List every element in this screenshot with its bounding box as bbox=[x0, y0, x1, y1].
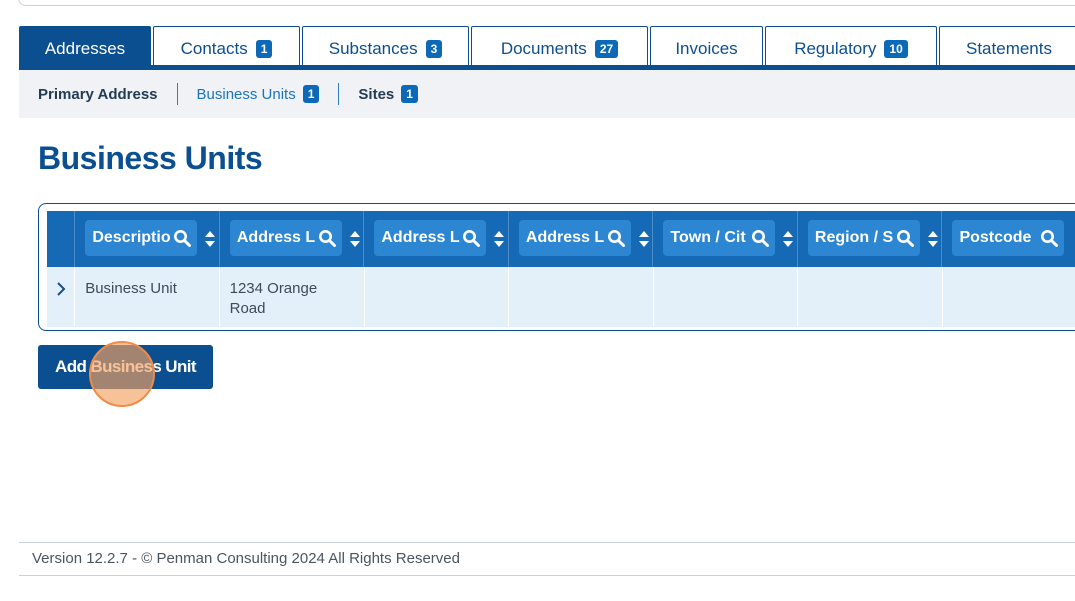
table-cell bbox=[654, 267, 799, 327]
sort-icon[interactable] bbox=[927, 229, 938, 249]
count-badge: 1 bbox=[255, 39, 273, 58]
sort-icon[interactable] bbox=[205, 229, 216, 249]
tab-label: Substances bbox=[328, 38, 418, 58]
chevron-right-icon bbox=[57, 282, 66, 296]
subnav-primary-address[interactable]: Primary Address bbox=[38, 86, 158, 103]
footer-version: Version 12.2.7 - © Penman Consulting 202… bbox=[32, 550, 460, 567]
sort-icon[interactable] bbox=[494, 229, 505, 249]
tab-invoices[interactable]: Invoices bbox=[650, 26, 763, 70]
column-header-address-3: Address L bbox=[509, 211, 654, 267]
tab-label: Documents bbox=[500, 38, 587, 58]
column-header-postcode: Postcode bbox=[942, 211, 1075, 267]
search-icon bbox=[174, 230, 192, 247]
tab-contacts[interactable]: Contacts 1 bbox=[153, 26, 300, 70]
column-header-address-1: Address L bbox=[220, 211, 365, 267]
table-cell: 1234 Orange Road bbox=[220, 267, 365, 327]
count-badge: 10 bbox=[884, 39, 908, 58]
column-filter-button[interactable]: Region / S bbox=[807, 220, 920, 256]
table-cell bbox=[365, 267, 510, 327]
top-frame bbox=[18, 0, 1075, 6]
column-title: Address L bbox=[236, 229, 316, 246]
column-title: Address L bbox=[381, 229, 460, 246]
tab-statements[interactable]: Statements bbox=[939, 26, 1075, 70]
divider bbox=[19, 542, 1075, 543]
tab-label: Statements bbox=[966, 38, 1052, 58]
column-title: Descriptio bbox=[92, 229, 171, 246]
table-cell bbox=[509, 267, 654, 327]
tab-addresses[interactable]: Addresses bbox=[19, 26, 151, 70]
page-title: Business Units bbox=[38, 140, 263, 176]
table-cell bbox=[798, 267, 943, 327]
column-filter-button[interactable]: Address L bbox=[518, 220, 631, 256]
column-filter-button[interactable]: Town / Cit bbox=[663, 220, 776, 256]
search-icon bbox=[607, 230, 625, 247]
count-badge: 27 bbox=[594, 39, 619, 58]
column-header-description: Descriptio bbox=[75, 211, 220, 267]
column-filter-button[interactable]: Postcode bbox=[952, 220, 1065, 256]
divider bbox=[176, 83, 178, 105]
column-title: Region / S bbox=[814, 229, 894, 246]
column-title: Postcode bbox=[959, 229, 1032, 246]
column-title: Town / Cit bbox=[670, 229, 746, 246]
table-cell: Business Unit bbox=[75, 267, 220, 327]
tab-substances[interactable]: Substances 3 bbox=[302, 26, 469, 70]
sort-icon[interactable] bbox=[783, 229, 794, 249]
count-badge: 1 bbox=[302, 85, 320, 103]
tab-label: Regulatory bbox=[794, 38, 877, 58]
tab-documents[interactable]: Documents 27 bbox=[471, 26, 648, 70]
search-icon bbox=[752, 230, 770, 247]
count-badge: 1 bbox=[401, 85, 418, 103]
subnav-label: Sites bbox=[358, 85, 395, 103]
subnav-business-units[interactable]: Business Units 1 bbox=[197, 85, 320, 103]
search-icon bbox=[318, 230, 336, 247]
column-filter-button[interactable]: Descriptio bbox=[85, 220, 198, 256]
expander-header bbox=[47, 211, 76, 267]
tab-label: Addresses bbox=[44, 38, 126, 58]
tab-label: Invoices bbox=[675, 38, 738, 58]
divider bbox=[338, 83, 340, 105]
search-icon bbox=[1041, 230, 1059, 247]
divider bbox=[19, 575, 1075, 576]
subnav-label: Primary Address bbox=[38, 85, 158, 103]
column-filter-button[interactable]: Address L bbox=[229, 220, 342, 256]
tab-label: Contacts bbox=[180, 38, 248, 58]
tab-regulatory[interactable]: Regulatory 10 bbox=[765, 26, 937, 70]
row-expander[interactable] bbox=[47, 267, 76, 327]
column-header-address-2: Address L bbox=[364, 211, 509, 267]
grid-header: Descriptio Address L Address L Address L bbox=[47, 211, 1075, 267]
table-cell bbox=[943, 267, 1075, 327]
column-header-town-city: Town / Cit bbox=[653, 211, 798, 267]
sort-icon[interactable] bbox=[349, 229, 360, 249]
column-header-region: Region / S bbox=[798, 211, 943, 267]
column-filter-button[interactable]: Address L bbox=[374, 220, 487, 256]
search-icon bbox=[896, 230, 914, 247]
column-title: Address L bbox=[525, 229, 605, 246]
business-units-grid: Descriptio Address L Address L Address L bbox=[38, 203, 1075, 331]
add-business-unit-button[interactable]: Add Business Unit bbox=[38, 345, 213, 389]
sort-icon[interactable] bbox=[638, 229, 649, 249]
search-icon bbox=[463, 230, 481, 247]
subnav-label: Business Units bbox=[196, 85, 296, 103]
table-row[interactable]: Business Unit 1234 Orange Road bbox=[47, 267, 1075, 327]
count-badge: 3 bbox=[425, 39, 443, 58]
tab-bar: Addresses Contacts 1 Substances 3 Docume… bbox=[19, 22, 1075, 70]
subnav-sites[interactable]: Sites 1 bbox=[358, 85, 418, 103]
sub-navigation: Primary Address Business Units 1 Sites 1 bbox=[19, 70, 1075, 118]
